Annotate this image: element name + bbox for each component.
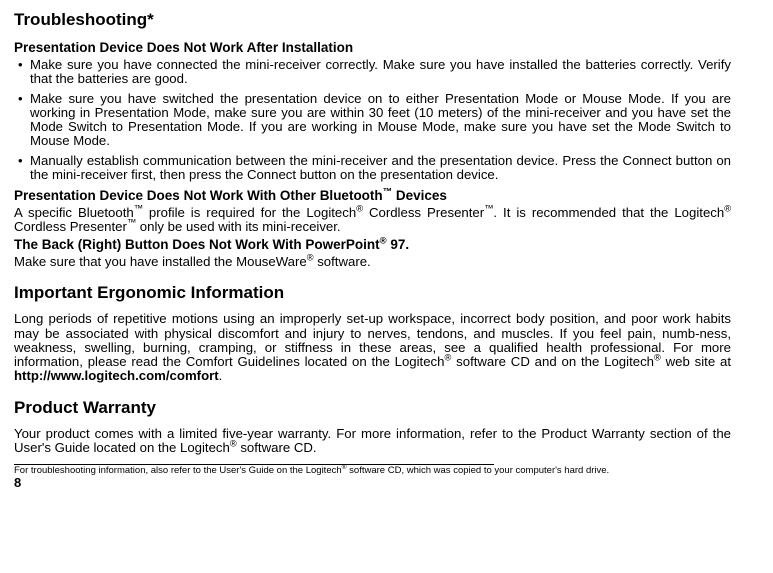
list-item: Make sure you have switched the presenta… (30, 92, 731, 149)
tm-mark: ™ (134, 203, 143, 213)
tm-mark: ™ (383, 187, 392, 198)
reg-mark: ® (356, 203, 363, 213)
ergonomic-para: Long periods of repetitive motions using… (14, 312, 731, 383)
sub1-list: Make sure you have connected the mini-re… (14, 58, 731, 182)
sub3-heading: The Back (Right) Button Does Not Work Wi… (14, 237, 409, 252)
tm-mark: ™ (127, 217, 136, 227)
list-item: Make sure you have connected the mini-re… (30, 58, 731, 87)
comfort-url: http://www.logitech.com/comfort (14, 368, 219, 383)
reg-mark: ® (380, 236, 387, 247)
ergonomic-heading: Important Ergonomic Information (14, 283, 731, 303)
list-item: Manually establish communication between… (30, 154, 731, 183)
tm-mark: ™ (484, 203, 493, 213)
reg-mark: ® (230, 439, 237, 449)
sub3-para: Make sure that you have installed the Mo… (14, 254, 731, 269)
sub2-para: A specific Bluetooth™ profile is require… (14, 206, 731, 235)
reg-mark: ® (654, 353, 661, 363)
sub1-heading: Presentation Device Does Not Work After … (14, 40, 731, 56)
page-number: 8 (14, 476, 731, 491)
warranty-heading: Product Warranty (14, 398, 731, 418)
sub2-heading: Presentation Device Does Not Work With O… (14, 188, 731, 204)
troubleshooting-heading: Troubleshooting* (14, 10, 731, 30)
reg-mark: ® (724, 203, 731, 213)
warranty-para: Your product comes with a limited five-y… (14, 427, 731, 456)
reg-mark: ® (307, 252, 314, 262)
